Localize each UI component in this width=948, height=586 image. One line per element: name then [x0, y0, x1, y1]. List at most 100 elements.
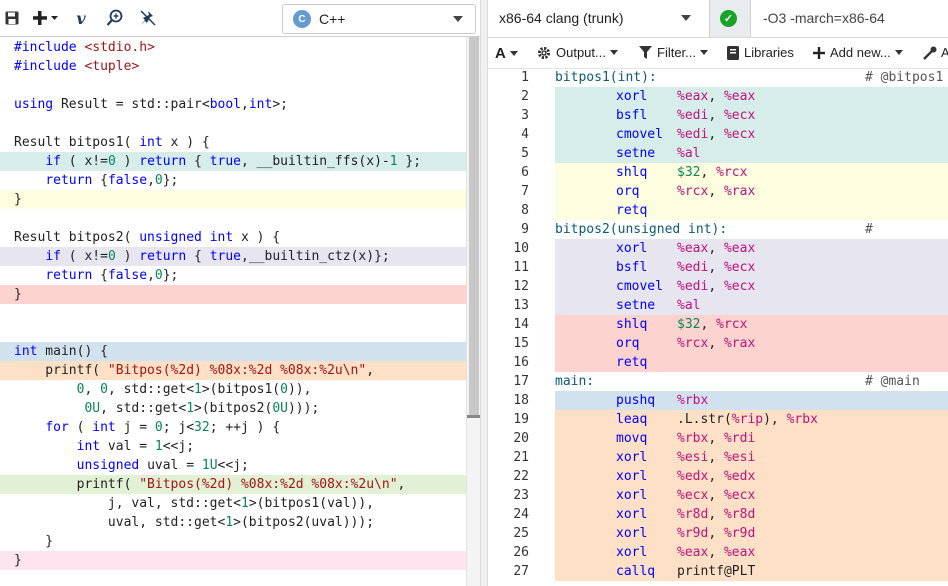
asm-line[interactable]: 10 xorl %eax, %eax [487, 239, 948, 258]
add-new-button[interactable]: Add new... [813, 45, 903, 60]
asm-line-number: 20 [513, 431, 529, 446]
asm-line-highlight [555, 163, 948, 182]
asm-line[interactable]: 26 xorl %eax, %eax [487, 543, 948, 562]
asm-line-number: 21 [513, 450, 529, 465]
source-line-text: return {false,0}; [45, 268, 179, 283]
source-line-text: for ( int j = 0; j<32; ++j ) { [45, 420, 281, 435]
source-line[interactable] [0, 323, 466, 342]
source-line[interactable]: unsigned uval = 1U<<j; [0, 456, 466, 475]
code-editor[interactable]: #include <stdio.h> #include <tuple> using … [0, 37, 466, 586]
assembly-output[interactable]: 1 bitpos1(int): # @bitpos1 2 xorl %eax, %eax 3… [487, 68, 948, 586]
asm-opcode: xorl [616, 507, 648, 522]
source-line-text: using Result = std::pair<bool,int>; [14, 97, 288, 112]
asm-line[interactable]: 3 bsfl %edi, %ecx [487, 106, 948, 125]
chevron-down-icon [681, 15, 691, 21]
compiler-select[interactable]: x86-64 clang (trunk) [487, 0, 710, 37]
asm-line[interactable]: 6 shlq $32, %rcx [487, 163, 948, 182]
source-line-text: #include <tuple> [14, 59, 140, 74]
editor-scrollbar[interactable] [466, 37, 481, 586]
wrench-icon [923, 46, 937, 60]
add-icon[interactable] [33, 8, 59, 28]
asm-opcode: orq [616, 336, 640, 351]
source-line-text: } [14, 553, 22, 568]
source-line[interactable]: printf( "Bitpos(%2d) %08x:%2d %08x:%2u\n… [0, 361, 466, 380]
asm-line[interactable]: 5 setne %al [487, 144, 948, 163]
source-line[interactable] [0, 209, 466, 228]
font-size-button[interactable]: A [495, 45, 518, 62]
source-line[interactable]: #include <stdio.h> [0, 38, 466, 57]
source-line[interactable]: Result bitpos1( int x ) { [0, 133, 466, 152]
asm-opcode: retq [616, 203, 648, 218]
asm-line[interactable]: 16 retq [487, 353, 948, 372]
asm-line[interactable]: 11 bsfl %edi, %ecx [487, 258, 948, 277]
asm-line[interactable]: 18 pushq %rbx [487, 391, 948, 410]
asm-line[interactable]: 25 xorl %r9d, %r9d [487, 524, 948, 543]
scrollbar-thumb[interactable] [469, 37, 479, 417]
source-line[interactable]: } [0, 285, 466, 304]
source-line[interactable]: } [0, 551, 466, 570]
asm-line[interactable]: 12 cmovel %edi, %ecx [487, 277, 948, 296]
asm-line[interactable]: 1 bitpos1(int): # @bitpos1 [487, 68, 948, 87]
save-icon[interactable] [5, 8, 19, 28]
asm-line-number: 3 [521, 108, 529, 123]
source-line[interactable]: } [0, 532, 466, 551]
compiler-options-input[interactable]: -O3 -march=x86-64 [763, 10, 885, 26]
asm-line[interactable]: 7 orq %rcx, %rax [487, 182, 948, 201]
asm-line[interactable]: 14 shlq $32, %rcx [487, 315, 948, 334]
source-line[interactable]: #include <tuple> [0, 57, 466, 76]
asm-line[interactable]: 19 leaq .L.str(%rip), %rbx [487, 410, 948, 429]
language-select[interactable]: C C++ [282, 4, 476, 34]
check-circle-icon: ✓ [720, 10, 737, 27]
source-line[interactable]: if ( x!=0 ) return { true, __builtin_ffs… [0, 152, 466, 171]
asm-line[interactable]: 22 xorl %edx, %edx [487, 467, 948, 486]
source-line[interactable]: } [0, 190, 466, 209]
readonly-icon[interactable] [139, 8, 157, 28]
asm-line[interactable]: 23 xorl %ecx, %ecx [487, 486, 948, 505]
output-button[interactable]: Output... [537, 45, 618, 60]
source-line-text: } [14, 192, 22, 207]
search-plus-icon[interactable] [106, 8, 124, 28]
compile-status[interactable]: ✓ [710, 0, 751, 37]
asm-line[interactable]: 24 xorl %r8d, %r8d [487, 505, 948, 524]
source-line[interactable]: printf( "Bitpos(%2d) %08x:%2d %08x:%2u\n… [0, 475, 466, 494]
source-line[interactable]: return {false,0}; [0, 171, 466, 190]
source-line[interactable] [0, 304, 466, 323]
source-line[interactable]: uval, std::get<1>(bitpos2(uval))); [0, 513, 466, 532]
source-line[interactable] [0, 76, 466, 95]
tools-button[interactable]: A [923, 45, 948, 60]
source-line[interactable]: return {false,0}; [0, 266, 466, 285]
asm-operands: %edi, %ecx [677, 127, 756, 142]
source-line[interactable]: Result bitpos2( unsigned int x ) { [0, 228, 466, 247]
tools-label: A [941, 45, 948, 60]
plus-icon [813, 46, 825, 59]
asm-line[interactable]: 17 main: # @main [487, 372, 948, 391]
asm-line[interactable]: 4 cmovel %edi, %ecx [487, 125, 948, 144]
asm-line[interactable]: 13 setne %al [487, 296, 948, 315]
asm-line[interactable]: 20 movq %rbx, %rdi [487, 429, 948, 448]
source-line[interactable]: using Result = std::pair<bool,int>; [0, 95, 466, 114]
source-line[interactable]: if ( x!=0 ) return { true,__builtin_ctz(… [0, 247, 466, 266]
scrollbar-marker [467, 415, 481, 418]
asm-opcode: shlq [616, 165, 648, 180]
add-new-label: Add new... [830, 45, 891, 60]
asm-line[interactable]: 2 xorl %eax, %eax [487, 87, 948, 106]
source-line[interactable]: j, val, std::get<1>(bitpos1(val)), [0, 494, 466, 513]
asm-line[interactable]: 21 xorl %esi, %esi [487, 448, 948, 467]
source-line[interactable]: int main() { [0, 342, 466, 361]
asm-line[interactable]: 8 retq [487, 201, 948, 220]
source-line[interactable]: for ( int j = 0; j<32; ++j ) { [0, 418, 466, 437]
source-line[interactable]: int val = 1<<j; [0, 437, 466, 456]
source-line[interactable]: 0U, std::get<1>(bitpos2(0U))); [0, 399, 466, 418]
asm-line[interactable]: 9 bitpos2(unsigned int): # [487, 220, 948, 239]
asm-line[interactable]: 15 orq %rcx, %rax [487, 334, 948, 353]
source-line[interactable] [0, 114, 466, 133]
filter-button[interactable]: Filter... [639, 45, 709, 60]
asm-line[interactable]: 27 callq printf@PLT [487, 562, 948, 581]
asm-line-number: 6 [521, 165, 529, 180]
source-line[interactable]: 0, 0, std::get<1>(bitpos1(0)), [0, 380, 466, 399]
asm-line-number: 18 [513, 393, 529, 408]
font-size-label: A [495, 45, 506, 62]
asm-line-number: 16 [513, 355, 529, 370]
vim-icon[interactable]: v [73, 8, 89, 28]
libraries-button[interactable]: Libraries [727, 45, 794, 60]
